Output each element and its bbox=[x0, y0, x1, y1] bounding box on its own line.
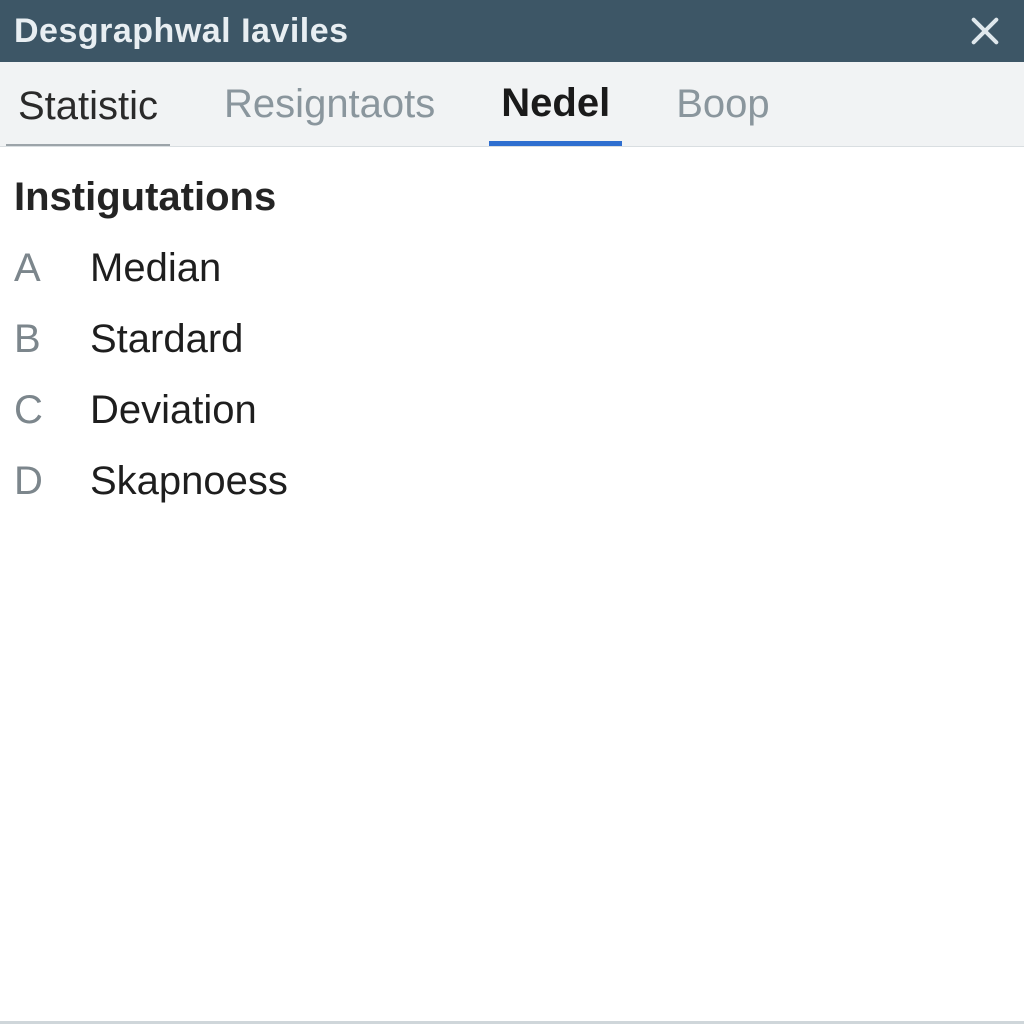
titlebar: Desgraphwal Iaviles bbox=[0, 0, 1024, 62]
list-item[interactable]: C Deviation bbox=[14, 388, 1010, 433]
tab-nedel[interactable]: Nedel bbox=[489, 83, 622, 146]
option-label: Stardard bbox=[90, 317, 243, 362]
tab-label: Nedel bbox=[501, 81, 610, 125]
option-letter: D bbox=[14, 459, 48, 504]
option-letter: B bbox=[14, 317, 48, 362]
close-button[interactable] bbox=[964, 10, 1006, 52]
close-icon bbox=[968, 14, 1002, 48]
list-item[interactable]: B Stardard bbox=[14, 317, 1010, 362]
tab-statistic[interactable]: Statistic bbox=[6, 86, 170, 146]
tab-label: Boop bbox=[676, 82, 769, 126]
dialog-title: Desgraphwal Iaviles bbox=[14, 12, 964, 51]
option-label: Skapnoess bbox=[90, 459, 288, 504]
tab-label: Resigntaots bbox=[224, 82, 435, 126]
tab-strip: Statistic Resigntaots Nedel Boop bbox=[0, 62, 1024, 147]
content-area: Instigutations A Median B Stardard C Dev… bbox=[0, 147, 1024, 1021]
tab-resigntaots[interactable]: Resigntaots bbox=[212, 84, 447, 146]
option-letter: C bbox=[14, 388, 48, 433]
list-item[interactable]: A Median bbox=[14, 246, 1010, 291]
option-list: A Median B Stardard C Deviation D Skapno… bbox=[14, 246, 1010, 504]
list-item[interactable]: D Skapnoess bbox=[14, 459, 1010, 504]
tab-label: Statistic bbox=[18, 84, 158, 128]
tab-boop[interactable]: Boop bbox=[664, 84, 781, 146]
dialog-window: Desgraphwal Iaviles Statistic Resigntaot… bbox=[0, 0, 1024, 1024]
option-label: Deviation bbox=[90, 388, 257, 433]
option-letter: A bbox=[14, 246, 48, 291]
option-label: Median bbox=[90, 246, 221, 291]
section-title: Instigutations bbox=[14, 175, 1010, 220]
